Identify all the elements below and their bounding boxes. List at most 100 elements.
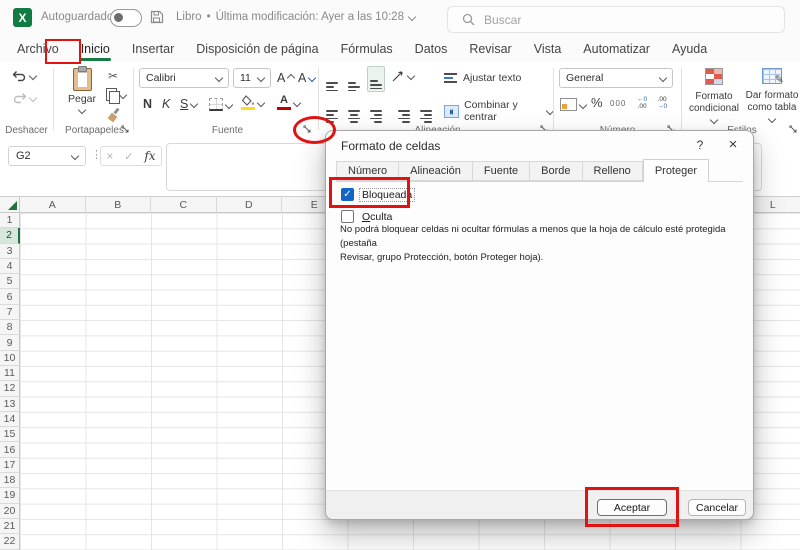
- align-bottom-button[interactable]: [367, 66, 385, 93]
- dialog-tab-borde[interactable]: Borde: [530, 161, 583, 181]
- save-icon[interactable]: [149, 9, 165, 25]
- comma-style-button[interactable]: 000: [610, 99, 626, 108]
- cancel-icon[interactable]: ×: [106, 149, 113, 163]
- increase-font-button[interactable]: A: [277, 71, 296, 85]
- row-header-7[interactable]: 7: [0, 304, 20, 321]
- column-header-C[interactable]: C: [151, 197, 217, 213]
- row-header-12[interactable]: 12: [0, 381, 20, 397]
- row-header-2[interactable]: 2: [0, 228, 20, 244]
- help-button[interactable]: ?: [691, 138, 709, 152]
- wrap-text-button[interactable]: Ajustar texto: [444, 72, 521, 84]
- increase-decimal-button[interactable]: ←0.00: [637, 96, 647, 110]
- dialog-tab-relleno[interactable]: Relleno: [582, 161, 643, 181]
- align-right-button[interactable]: [370, 99, 382, 123]
- cut-button[interactable]: ✂: [108, 69, 118, 83]
- row-header-3[interactable]: 3: [0, 243, 20, 259]
- cancel-button[interactable]: Cancelar: [688, 499, 746, 516]
- document-title[interactable]: Libro • Última modificación: Ayer a las …: [176, 11, 417, 23]
- name-box[interactable]: G2: [8, 146, 86, 166]
- percent-style-button[interactable]: %: [591, 95, 603, 110]
- hidden-checkbox[interactable]: [341, 210, 354, 223]
- column-header-B[interactable]: B: [85, 197, 151, 213]
- dialog-tab-numero[interactable]: Número: [336, 161, 400, 181]
- fill-color-button[interactable]: [241, 95, 266, 110]
- chevron-down-icon: [292, 98, 302, 107]
- locked-checkbox[interactable]: ✓: [341, 188, 354, 201]
- redo-button[interactable]: [12, 92, 38, 104]
- dialog-tab-proteger[interactable]: Proteger: [642, 159, 710, 182]
- cell-reference: G2: [16, 150, 31, 162]
- locked-checkbox-row[interactable]: ✓ Bloqueada: [341, 187, 416, 202]
- row-header-10[interactable]: 10: [0, 350, 20, 366]
- row-header-15[interactable]: 15: [0, 427, 20, 443]
- paste-button[interactable]: Pegar: [62, 66, 102, 130]
- tab-inicio[interactable]: Inicio: [70, 38, 121, 61]
- styles-dialog-launcher[interactable]: [789, 125, 798, 134]
- font-name-select[interactable]: Calibri: [139, 68, 229, 88]
- select-all-corner[interactable]: [0, 197, 20, 213]
- row-header-14[interactable]: 14: [0, 411, 20, 428]
- accept-button[interactable]: Aceptar: [597, 499, 667, 516]
- tab-formulas[interactable]: Fórmulas: [330, 38, 404, 60]
- tab-ayuda[interactable]: Ayuda: [661, 38, 718, 60]
- dialog-tab-fuente[interactable]: Fuente: [472, 161, 531, 181]
- clipboard-dialog-launcher[interactable]: [121, 125, 130, 134]
- row-header-6[interactable]: 6: [0, 289, 20, 305]
- tab-datos[interactable]: Datos: [404, 38, 459, 60]
- format-as-table-button[interactable]: ✎ Dar formato como tabla: [744, 68, 800, 126]
- tab-automatizar[interactable]: Automatizar: [572, 38, 661, 60]
- autosave-toggle[interactable]: [110, 9, 142, 27]
- row-header-18[interactable]: 18: [0, 473, 20, 489]
- increase-indent-button[interactable]: [420, 99, 432, 123]
- italic-button[interactable]: K: [162, 97, 170, 111]
- row-header-19[interactable]: 19: [0, 488, 20, 504]
- copy-button[interactable]: [106, 88, 128, 104]
- accounting-format-button[interactable]: [560, 98, 588, 111]
- tab-revisar[interactable]: Revisar: [458, 38, 522, 60]
- align-middle-button[interactable]: [348, 71, 360, 92]
- bold-button[interactable]: N: [143, 97, 152, 111]
- column-header-D[interactable]: D: [216, 197, 282, 213]
- group-separator: [133, 68, 134, 130]
- row-header-17[interactable]: 17: [0, 457, 20, 474]
- row-header-11[interactable]: 11: [0, 365, 20, 382]
- dialog-tab-alineacion[interactable]: Alineación: [399, 161, 473, 181]
- undo-button[interactable]: [12, 70, 38, 82]
- align-left-button[interactable]: [326, 99, 338, 123]
- align-top-button[interactable]: [326, 71, 338, 92]
- row-header-13[interactable]: 13: [0, 396, 20, 412]
- tab-insertar[interactable]: Insertar: [121, 38, 185, 60]
- decrease-decimal-button[interactable]: .00 →0: [657, 96, 667, 110]
- row-header-8[interactable]: 8: [0, 320, 20, 336]
- excel-logo-icon[interactable]: X: [13, 8, 32, 27]
- row-header-21[interactable]: 21: [0, 518, 20, 535]
- row-header-4[interactable]: 4: [0, 258, 20, 275]
- borders-button[interactable]: [209, 98, 234, 111]
- row-header-1[interactable]: 1: [0, 213, 20, 229]
- row-header-5[interactable]: 5: [0, 274, 20, 290]
- conditional-formatting-button[interactable]: Formato condicional: [686, 68, 742, 127]
- decrease-indent-button[interactable]: [398, 99, 410, 123]
- search-input[interactable]: Buscar: [447, 6, 785, 33]
- close-icon[interactable]: ×: [724, 136, 742, 153]
- tab-disposicion[interactable]: Disposición de página: [185, 38, 329, 60]
- tab-archivo[interactable]: Archivo: [6, 38, 70, 60]
- font-dialog-launcher[interactable]: [303, 125, 312, 134]
- orientation-button[interactable]: [392, 69, 416, 82]
- align-center-button[interactable]: [348, 99, 360, 123]
- insert-function-icon[interactable]: fx: [144, 149, 155, 163]
- decrease-font-button[interactable]: A: [298, 71, 317, 85]
- merge-center-button[interactable]: Combinar y centrar: [444, 99, 555, 123]
- font-size-select[interactable]: 11: [233, 68, 271, 88]
- row-header-22[interactable]: 22: [0, 534, 20, 550]
- enter-icon[interactable]: ✓: [124, 150, 133, 163]
- tab-vista[interactable]: Vista: [523, 38, 573, 60]
- row-header-16[interactable]: 16: [0, 442, 20, 458]
- underline-button[interactable]: S: [180, 97, 199, 111]
- number-format-select[interactable]: General: [559, 68, 673, 88]
- column-header-A[interactable]: A: [20, 197, 86, 213]
- row-header-20[interactable]: 20: [0, 503, 20, 519]
- row-header-9[interactable]: 9: [0, 335, 20, 351]
- hidden-checkbox-row[interactable]: Oculta: [341, 210, 394, 223]
- font-color-button[interactable]: A: [277, 95, 302, 110]
